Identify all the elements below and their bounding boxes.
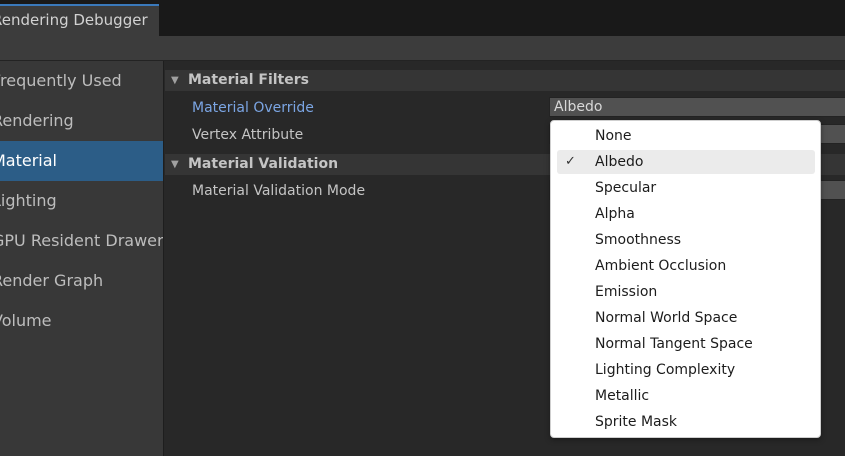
section-header-material-filters[interactable]: ▼ Material Filters xyxy=(165,70,845,91)
sidebar-item-frequently-used[interactable]: Frequently Used xyxy=(0,61,163,101)
menu-option-emission[interactable]: Emission xyxy=(557,280,815,304)
toolbar xyxy=(0,36,845,61)
sidebar-item-volume[interactable]: Volume xyxy=(0,301,163,341)
sidebar-item-render-graph[interactable]: Render Graph xyxy=(0,261,163,301)
menu-option-label: Alpha xyxy=(595,206,635,222)
sidebar-item-label: Rendering xyxy=(0,111,74,130)
menu-option-metallic[interactable]: Metallic xyxy=(557,384,815,408)
material-override-value: Albedo xyxy=(554,99,603,115)
menu-option-label: Smoothness xyxy=(595,232,682,248)
window-title-bar: Rendering Debugger xyxy=(0,0,845,36)
menu-option-label: Normal Tangent Space xyxy=(595,336,753,352)
menu-option-label: Metallic xyxy=(595,388,650,404)
menu-option-smoothness[interactable]: Smoothness xyxy=(557,228,815,252)
menu-option-lighting-complexity[interactable]: Lighting Complexity xyxy=(557,358,815,382)
menu-option-label: None xyxy=(595,128,632,144)
menu-option-label: Ambient Occlusion xyxy=(595,258,727,274)
sidebar-item-material[interactable]: Material xyxy=(0,141,163,181)
menu-option-normal-world-space[interactable]: Normal World Space xyxy=(557,306,815,330)
window-tab-label: Rendering Debugger xyxy=(0,11,148,29)
sidebar-item-label: Frequently Used xyxy=(0,71,122,90)
foldout-expanded-icon[interactable]: ▼ xyxy=(171,154,179,175)
section-title: Material Validation xyxy=(188,156,339,172)
sidebar-item-gpu-resident-drawer[interactable]: GPU Resident Drawer xyxy=(0,221,163,261)
checkmark-icon: ✓ xyxy=(565,154,576,169)
material-validation-mode-label: Material Validation Mode xyxy=(192,183,366,199)
vertex-attribute-label: Vertex Attribute xyxy=(192,127,304,143)
material-override-dropdown[interactable]: Albedo xyxy=(549,97,845,117)
material-override-label: Material Override xyxy=(192,100,314,116)
sidebar-item-rendering[interactable]: Rendering xyxy=(0,101,163,141)
sidebar-item-lighting[interactable]: Lighting xyxy=(0,181,163,221)
menu-option-normal-tangent-space[interactable]: Normal Tangent Space xyxy=(557,332,815,356)
menu-option-label: Lighting Complexity xyxy=(595,362,736,378)
sidebar-item-label: Material xyxy=(0,151,57,170)
menu-option-label: Sprite Mask xyxy=(595,414,678,430)
sidebar-item-label: Render Graph xyxy=(0,271,104,290)
menu-option-sprite-mask[interactable]: Sprite Mask xyxy=(557,410,815,434)
menu-option-alpha[interactable]: Alpha xyxy=(557,202,815,226)
menu-option-label: Normal World Space xyxy=(595,310,738,326)
sidebar-item-label: Volume xyxy=(0,311,52,330)
foldout-expanded-icon[interactable]: ▼ xyxy=(171,70,179,91)
menu-option-label: Specular xyxy=(595,180,657,196)
window-tab-rendering-debugger[interactable]: Rendering Debugger xyxy=(0,4,159,36)
sidebar: Frequently Used Rendering Material Light… xyxy=(0,61,164,456)
menu-option-specular[interactable]: Specular xyxy=(557,176,815,200)
material-override-menu: None ✓ Albedo Specular Alpha Smoothness … xyxy=(550,120,821,438)
section-title: Material Filters xyxy=(188,72,309,88)
menu-option-ambient-occlusion[interactable]: Ambient Occlusion xyxy=(557,254,815,278)
menu-option-label: Albedo xyxy=(595,154,644,170)
sidebar-item-label: Lighting xyxy=(0,191,57,210)
sidebar-item-label: GPU Resident Drawer xyxy=(0,231,163,250)
menu-option-label: Emission xyxy=(595,284,658,300)
menu-option-albedo[interactable]: ✓ Albedo xyxy=(557,150,815,174)
menu-option-none[interactable]: None xyxy=(557,124,815,148)
